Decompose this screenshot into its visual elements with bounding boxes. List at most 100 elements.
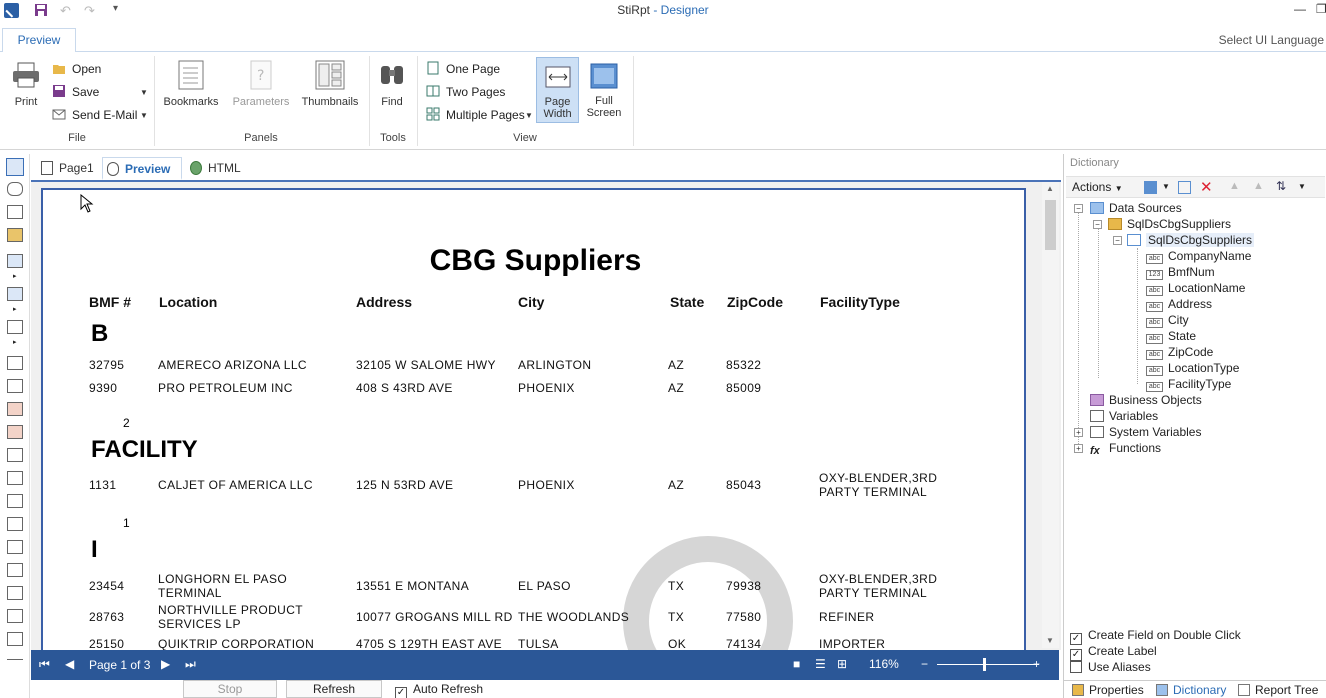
tree-node-field[interactable]: abc CompanyName	[1146, 248, 1251, 264]
move-down-icon[interactable]: ▲	[1253, 180, 1264, 192]
tab-html-preview[interactable]: HTML Preview	[186, 157, 286, 197]
tree-node-variables[interactable]: Variables	[1090, 408, 1158, 424]
tree-node-field[interactable]: 123 BmfNum	[1146, 264, 1215, 280]
hand-pan-icon[interactable]	[7, 182, 23, 196]
collapse-source-icon[interactable]: −	[1113, 236, 1122, 245]
first-page-icon[interactable]: ⏮	[39, 657, 50, 672]
line-component-icon[interactable]	[7, 471, 23, 485]
panel-component-icon[interactable]	[7, 320, 23, 334]
cross-band-expand-icon[interactable]: ▸	[13, 305, 17, 313]
send-email-button[interactable]: Send E-Mail	[52, 106, 137, 124]
one-page-button[interactable]: One Page	[426, 60, 500, 78]
tree-node-data-sources[interactable]: Data Sources	[1090, 200, 1182, 216]
new-item-dropdown-icon[interactable]: ▼	[1162, 182, 1170, 191]
next-page-icon[interactable]: ▶	[161, 657, 170, 671]
preview-vertical-scrollbar[interactable]: ▲ ▼	[1042, 182, 1059, 648]
tree-node-field[interactable]: abc ZipCode	[1146, 344, 1213, 360]
tree-node-system-variables[interactable]: System Variables	[1090, 424, 1201, 440]
multiple-pages-dropdown-icon[interactable]: ▼	[525, 111, 533, 120]
last-page-icon[interactable]: ⏭	[185, 657, 196, 672]
tree-node-functions[interactable]: fx Functions	[1090, 440, 1161, 457]
restore-icon[interactable]: ❐	[1316, 2, 1326, 16]
continuous-view-icon[interactable]: ☰	[815, 657, 826, 671]
tree-node-field[interactable]: abc State	[1146, 328, 1196, 344]
rich-text-icon[interactable]	[7, 379, 23, 393]
map-component-icon[interactable]	[7, 586, 23, 600]
report-preview-area[interactable]: CBG Suppliers BMF # Location Address Cit…	[31, 180, 1061, 650]
print-button[interactable]: Print	[8, 60, 44, 108]
panel-expand-icon[interactable]: ▸	[13, 338, 17, 346]
create-field-option[interactable]: ✓ Create Field on Double Click	[1070, 628, 1241, 645]
table-component-icon[interactable]	[7, 517, 23, 531]
use-aliases-option[interactable]: Use Aliases	[1070, 660, 1151, 674]
minimize-icon[interactable]: —	[1294, 2, 1306, 16]
tree-node-datasource[interactable]: SqlDsCbgSuppliers	[1127, 232, 1255, 248]
tree-node-connection[interactable]: SqlDsCbgSuppliers	[1108, 216, 1231, 232]
find-button[interactable]: Find	[376, 60, 408, 108]
barcode-icon[interactable]	[7, 425, 23, 439]
auto-refresh-checkbox[interactable]: ✓ Auto Refresh	[395, 682, 483, 698]
stop-button[interactable]: Stop	[183, 680, 277, 698]
zip-code-icon[interactable]	[7, 632, 23, 646]
image-component-icon[interactable]	[7, 402, 23, 416]
zoom-out-icon[interactable]: −	[921, 657, 928, 671]
band-expand-icon[interactable]: ▸	[13, 272, 17, 280]
tab-dictionary[interactable]: Dictionary	[1156, 683, 1226, 697]
full-screen-button[interactable]: Full Screen	[586, 61, 622, 119]
text-component-icon[interactable]	[7, 356, 23, 370]
move-up-icon[interactable]: ▲	[1229, 180, 1240, 192]
cross-band-icon[interactable]	[7, 287, 23, 301]
chart-component-icon[interactable]	[7, 540, 23, 554]
horizontal-line-icon[interactable]	[7, 659, 23, 660]
parameters-button[interactable]: ? Parameters	[230, 60, 292, 108]
refresh-button[interactable]: Refresh	[286, 680, 382, 698]
tree-node-field[interactable]: abc City	[1146, 312, 1189, 328]
page-indicator[interactable]: Page 1 of 3	[83, 654, 153, 676]
send-email-dropdown-icon[interactable]: ▼	[140, 111, 148, 120]
tab-page1[interactable]: Page1	[37, 157, 99, 180]
scroll-up-icon[interactable]: ▲	[1046, 184, 1054, 193]
previous-page-icon[interactable]: ◀	[65, 657, 74, 671]
tree-node-field[interactable]: abc LocationName	[1146, 280, 1245, 296]
single-page-view-icon[interactable]: ■	[793, 657, 800, 671]
save-dropdown-icon[interactable]: ▼	[140, 88, 148, 97]
zoom-in-icon[interactable]: +	[1033, 657, 1040, 671]
save-button[interactable]: Save	[52, 83, 99, 101]
select-pointer-icon[interactable]	[6, 158, 24, 176]
gauge-component-icon[interactable]	[7, 563, 23, 577]
checkbox-component-icon[interactable]	[7, 609, 23, 623]
sort-icon[interactable]: ⇅	[1276, 179, 1286, 193]
edit-icon[interactable]	[1178, 181, 1191, 194]
scroll-down-icon[interactable]: ▼	[1046, 636, 1054, 645]
format-painter-icon[interactable]	[7, 228, 23, 242]
two-pages-button[interactable]: Two Pages	[426, 83, 505, 101]
tab-preview[interactable]: Preview	[2, 28, 76, 53]
tab-preview-doc[interactable]: Preview	[102, 157, 182, 180]
actions-dropdown[interactable]: Actions ▼	[1072, 180, 1123, 194]
shape-component-icon[interactable]	[7, 448, 23, 462]
bookmarks-button[interactable]: Bookmarks	[162, 60, 220, 108]
collapse-connection-icon[interactable]: −	[1093, 220, 1102, 229]
tree-node-field[interactable]: abc LocationType	[1146, 360, 1239, 376]
tree-node-field[interactable]: abc Address	[1146, 296, 1212, 312]
multiple-pages-view-icon[interactable]: ⊞	[837, 657, 847, 671]
collapse-data-sources-icon[interactable]: −	[1074, 204, 1083, 213]
tab-report-tree[interactable]: Report Tree	[1238, 683, 1318, 697]
tab-properties[interactable]: Properties	[1072, 683, 1144, 697]
open-button[interactable]: Open	[52, 60, 101, 78]
scrollbar-thumb[interactable]	[1045, 200, 1056, 250]
multiple-pages-button[interactable]: Multiple Pages	[426, 106, 525, 124]
delete-icon[interactable]: ✕	[1200, 178, 1213, 196]
expand-functions-icon[interactable]: +	[1074, 444, 1083, 453]
zoom-slider-track[interactable]	[937, 664, 1039, 665]
select-ui-language[interactable]: Select UI Language	[1219, 33, 1324, 47]
sort-dropdown-icon[interactable]: ▼	[1298, 182, 1306, 191]
zoom-slider-thumb[interactable]	[983, 658, 986, 671]
thumbnails-button[interactable]: Thumbnails	[300, 60, 360, 108]
tree-node-business-objects[interactable]: Business Objects	[1090, 392, 1202, 408]
text-editor-icon[interactable]	[7, 205, 23, 219]
page-width-button[interactable]: Page Width	[536, 57, 579, 123]
tree-node-field[interactable]: abc FacilityType	[1146, 376, 1231, 392]
new-item-icon[interactable]	[1144, 181, 1157, 194]
subreport-icon[interactable]	[7, 494, 23, 508]
